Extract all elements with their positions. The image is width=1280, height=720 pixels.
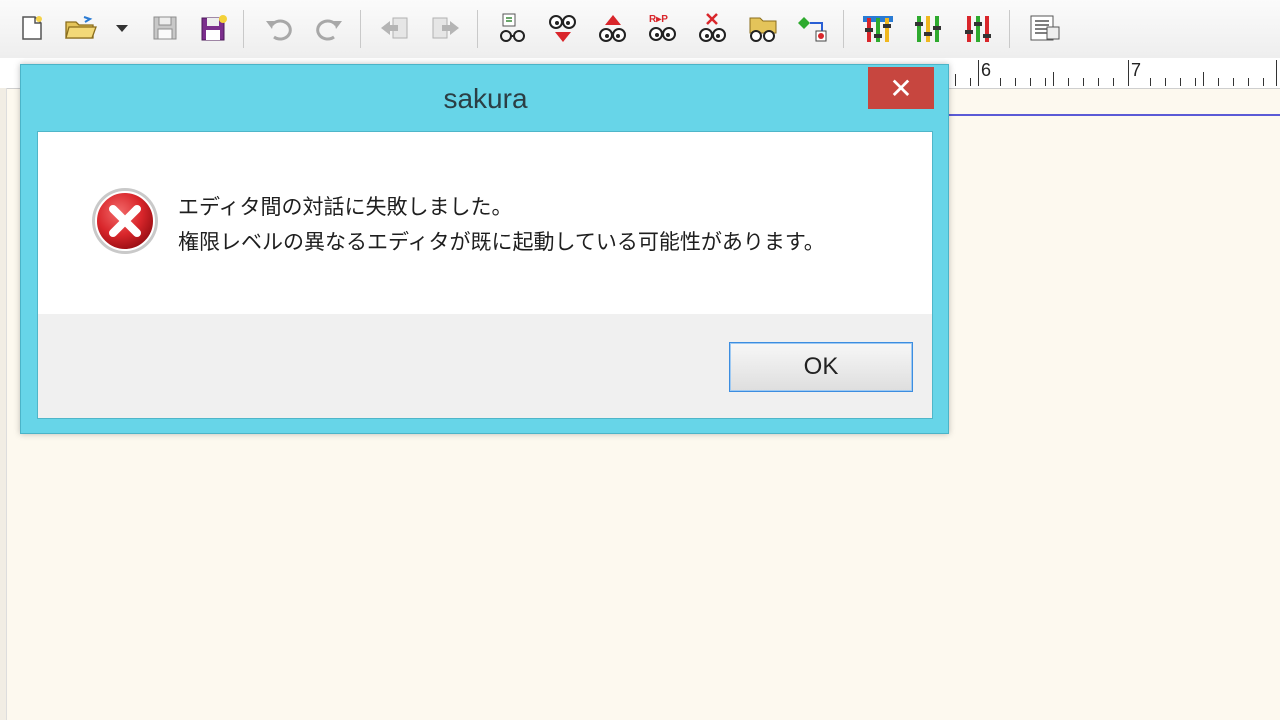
error-icon bbox=[90, 186, 160, 260]
ruler-tick bbox=[1203, 72, 1204, 86]
ruler-tick bbox=[1165, 78, 1166, 86]
error-message-line: 権限レベルの異なるエディタが既に起動している可能性があります。 bbox=[178, 230, 825, 254]
toolbar-separator bbox=[360, 10, 361, 48]
ruler-tick bbox=[1113, 78, 1114, 86]
search-down-icon[interactable] bbox=[546, 8, 580, 48]
close-icon: ✕ bbox=[889, 71, 913, 105]
ruler-tick bbox=[1045, 78, 1046, 86]
clear-highlight-icon[interactable] bbox=[696, 8, 730, 48]
toolbar-separator bbox=[843, 10, 844, 48]
save-icon[interactable] bbox=[148, 8, 182, 48]
ruler-tick bbox=[1150, 78, 1151, 86]
ok-button[interactable]: OK bbox=[729, 342, 913, 392]
error-message: エディタ間の対話に失敗しました。 権限レベルの異なるエディタが既に起動している可… bbox=[178, 190, 825, 260]
ruler-tick bbox=[1233, 78, 1234, 86]
open-folder-icon[interactable] bbox=[64, 8, 98, 48]
dialog-body: エディタ間の対話に失敗しました。 権限レベルの異なるエディタが既に起動している可… bbox=[37, 131, 933, 419]
ruler-label: 6 bbox=[981, 60, 992, 80]
open-dropdown-icon[interactable] bbox=[108, 8, 136, 48]
ruler-label: 7 bbox=[1131, 60, 1142, 80]
settings-font-icon[interactable] bbox=[961, 8, 995, 48]
jump-back-icon[interactable] bbox=[378, 8, 412, 48]
search-icon[interactable] bbox=[496, 8, 530, 48]
ruler-tick bbox=[1218, 78, 1219, 86]
toolbar-separator bbox=[1009, 10, 1010, 48]
ruler-tick bbox=[1128, 60, 1129, 86]
toolbar: R▸P bbox=[0, 0, 1280, 59]
ruler-tick bbox=[1030, 78, 1031, 86]
new-file-icon[interactable] bbox=[15, 8, 49, 48]
ruler-tick bbox=[1053, 72, 1054, 86]
grep-icon[interactable] bbox=[746, 8, 780, 48]
settings-type-icon[interactable] bbox=[911, 8, 945, 48]
ruler-tick bbox=[1083, 78, 1084, 86]
dialog-title: sakura bbox=[443, 83, 528, 114]
ruler-tick bbox=[970, 78, 971, 86]
ruler-tick bbox=[978, 60, 979, 86]
search-up-icon[interactable] bbox=[596, 8, 630, 48]
editor-line-number-gutter bbox=[0, 88, 7, 720]
ruler-tick bbox=[1068, 78, 1069, 86]
window-list-icon[interactable] bbox=[1027, 8, 1061, 48]
ruler-tick bbox=[1263, 78, 1264, 86]
ruler-tick bbox=[1098, 78, 1099, 86]
replace-icon[interactable]: R▸P bbox=[646, 8, 680, 48]
error-message-line: エディタ間の対話に失敗しました。 bbox=[178, 195, 513, 219]
ruler-tick bbox=[1015, 78, 1016, 86]
ruler-tick bbox=[1000, 78, 1001, 86]
toolbar-separator bbox=[477, 10, 478, 48]
close-button[interactable]: ✕ bbox=[868, 67, 934, 109]
button-area: OK bbox=[38, 314, 932, 418]
redo-icon[interactable] bbox=[312, 8, 346, 48]
save-all-icon[interactable] bbox=[197, 8, 231, 48]
toolbar-separator bbox=[243, 10, 244, 48]
ruler-tick bbox=[1276, 60, 1277, 86]
message-area: エディタ間の対話に失敗しました。 権限レベルの異なるエディタが既に起動している可… bbox=[38, 132, 932, 314]
ruler-tick bbox=[1195, 78, 1196, 86]
undo-icon[interactable] bbox=[262, 8, 296, 48]
ruler-tick bbox=[955, 74, 956, 86]
ruler-tick bbox=[1248, 78, 1249, 86]
jump-forward-icon[interactable] bbox=[428, 8, 462, 48]
settings-common-icon[interactable] bbox=[861, 8, 895, 48]
error-dialog: sakura ✕ エディタ間の対話に失敗しました。 権限レベルの異なるエディタが… bbox=[20, 64, 949, 434]
ruler-tick bbox=[1180, 78, 1181, 86]
svg-text:R▸P: R▸P bbox=[649, 14, 668, 25]
tag-jump-icon[interactable] bbox=[796, 8, 830, 48]
